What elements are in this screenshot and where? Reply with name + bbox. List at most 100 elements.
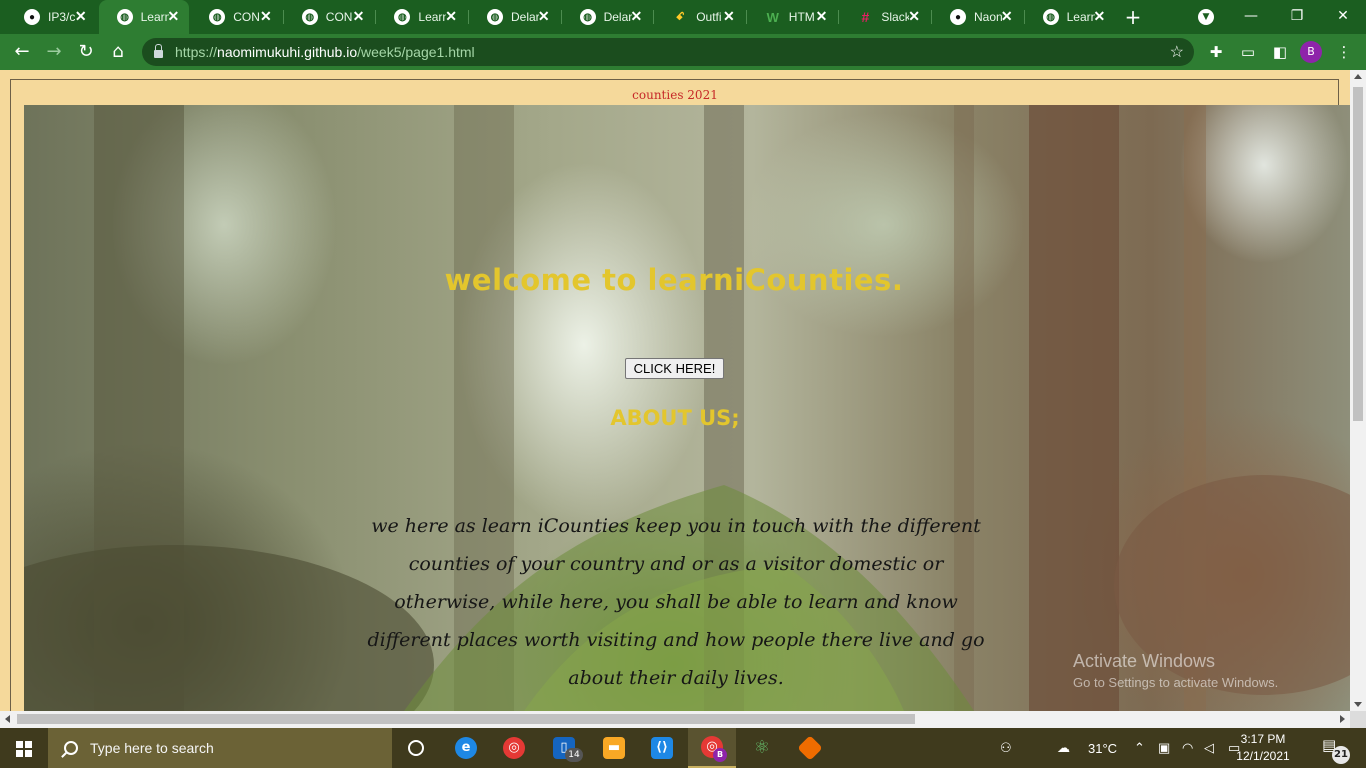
side-panel-icon[interactable]: ◧ — [1270, 42, 1290, 62]
profile-avatar[interactable]: B — [1300, 41, 1322, 63]
browser-tab[interactable]: ꗃ Outfi ✕ — [654, 0, 745, 34]
weather-temperature[interactable]: 31°C — [1088, 728, 1117, 768]
about-line: we here as learn iCounties keep you in t… — [371, 515, 981, 537]
tab-label: Delar — [603, 10, 632, 24]
tab-separator — [745, 10, 747, 24]
vscode-icon[interactable]: ⟨⟩ — [638, 728, 686, 768]
new-tab-button[interactable]: + — [1120, 4, 1146, 30]
git-icon[interactable] — [786, 728, 834, 768]
address-bar[interactable]: https://naomimukuhi.github.io/week5/page… — [142, 38, 1194, 66]
watermark-subtitle: Go to Settings to activate Windows. — [1073, 675, 1279, 690]
tab-close-icon[interactable]: ✕ — [723, 8, 735, 25]
people-icon[interactable]: ⚇ — [1000, 728, 1012, 768]
about-line: different places worth visiting and how … — [367, 629, 985, 651]
click-here-button[interactable]: CLICK HERE! — [625, 358, 724, 379]
outfit-icon: ꗃ — [675, 10, 685, 23]
forward-icon[interactable]: → — [42, 40, 66, 64]
browser-tab[interactable]: ● Naon ✕ — [932, 0, 1023, 34]
scroll-right-icon[interactable] — [1340, 715, 1345, 723]
wifi-icon[interactable]: ◠ — [1182, 728, 1193, 768]
lock-icon — [154, 44, 163, 58]
vertical-scrollbar[interactable] — [1350, 70, 1366, 711]
globe-icon: ◍ — [394, 9, 411, 25]
clock-date: 12/1/2021 — [1236, 749, 1290, 763]
tab-separator — [560, 10, 562, 24]
back-icon[interactable]: ← — [10, 40, 34, 64]
tab-close-icon[interactable]: ✕ — [538, 8, 550, 25]
reload-icon[interactable]: ↻ — [74, 40, 98, 64]
tab-close-icon[interactable]: ✕ — [908, 8, 920, 25]
tab-close-icon[interactable]: ✕ — [445, 8, 457, 25]
url-host: naomimukuhi.github.io — [217, 44, 358, 60]
horizontal-scrollbar[interactable] — [0, 711, 1350, 728]
browser-tab[interactable]: ◍ Learn ✕ — [376, 0, 467, 34]
weather-icon[interactable]: ☁ — [1057, 728, 1070, 768]
tab-close-icon[interactable]: ✕ — [630, 8, 642, 25]
github-icon: ● — [24, 9, 40, 25]
browser-tab[interactable]: ◍ CON ✕ — [284, 0, 375, 34]
tab-close-icon[interactable]: ✕ — [1001, 8, 1013, 25]
home-icon[interactable]: ⌂ — [106, 40, 130, 64]
tab-close-icon[interactable]: ✕ — [167, 8, 179, 25]
page-viewport: counties 2021 welcome to learniCounties.… — [0, 70, 1350, 711]
tab-close-icon[interactable]: ✕ — [75, 8, 87, 25]
scroll-up-icon[interactable] — [1354, 74, 1362, 79]
window-close-icon[interactable]: ✕ — [1320, 0, 1366, 34]
phone-app-badge: 14 — [565, 748, 583, 762]
browser-tab[interactable]: ◍ Learn ✕ — [1025, 0, 1116, 34]
taskbar-search-placeholder: Type here to search — [90, 740, 214, 756]
chrome-profile-badge: B — [713, 748, 727, 762]
hero-section: welcome to learniCounties. CLICK HERE! A… — [24, 105, 1350, 711]
phone-app-icon[interactable]: ▯ — [540, 728, 588, 768]
browser-tab[interactable]: W HTM ✕ — [747, 0, 838, 34]
globe-icon: ◍ — [209, 9, 226, 25]
w3schools-icon: W — [766, 9, 779, 25]
menu-kebab-icon[interactable]: ⋮ — [1334, 42, 1354, 62]
browser-tab[interactable]: ◍ Delar ✕ — [469, 0, 560, 34]
browser-tab[interactable]: ◍ Delar ✕ — [562, 0, 653, 34]
volume-icon[interactable]: ◁ — [1204, 728, 1214, 768]
clock-time: 3:17 PM — [1240, 732, 1286, 746]
horizontal-scroll-thumb[interactable] — [17, 714, 915, 724]
taskbar-search-box[interactable]: Type here to search — [48, 728, 392, 768]
windows-start-icon[interactable] — [0, 728, 48, 768]
minimize-icon[interactable]: — — [1228, 0, 1274, 34]
file-explorer-icon[interactable]: ▬ — [590, 728, 638, 768]
tab-label: Learn — [1066, 10, 1095, 24]
browser-tab[interactable]: ● IP3/c ✕ — [6, 0, 97, 34]
tray-chevron-icon[interactable]: ⌃ — [1134, 728, 1145, 768]
search-icon — [64, 741, 78, 755]
extensions-icon[interactable]: ✚ — [1206, 42, 1226, 62]
atom-icon[interactable]: ⚛ — [738, 728, 786, 768]
chrome-app-icon[interactable]: ◎ — [490, 728, 538, 768]
tab-label: Outfi — [696, 10, 722, 24]
meet-now-icon[interactable]: ▣ — [1158, 728, 1170, 768]
tab-close-icon[interactable]: ✕ — [816, 8, 828, 25]
tab-close-icon[interactable]: ✕ — [260, 8, 272, 25]
scroll-left-icon[interactable] — [5, 715, 10, 723]
scroll-down-icon[interactable] — [1354, 702, 1362, 707]
tab-separator — [282, 10, 284, 24]
url-scheme: https:// — [175, 44, 218, 60]
browser-tab[interactable]: ◍ Learn ✕ — [98, 0, 190, 34]
vertical-scroll-thumb[interactable] — [1353, 87, 1363, 421]
tab-separator — [653, 10, 655, 24]
browser-tab[interactable]: # Slack ✕ — [839, 0, 930, 34]
browser-tab[interactable]: ◍ CON ✕ — [191, 0, 282, 34]
restore-icon[interactable]: ❐ — [1274, 0, 1320, 34]
tab-close-icon[interactable]: ✕ — [353, 8, 365, 25]
globe-icon: ◍ — [487, 9, 503, 25]
cast-icon[interactable]: ▭ — [1238, 42, 1258, 62]
edge-icon[interactable]: e — [442, 728, 490, 768]
task-view-icon[interactable] — [392, 728, 440, 768]
slack-icon: # — [861, 9, 870, 25]
tab-search-icon[interactable]: ▼ — [1198, 9, 1214, 25]
tab-close-icon[interactable]: ✕ — [1093, 8, 1105, 25]
bookmark-star-icon[interactable]: ☆ — [1170, 42, 1184, 62]
globe-icon: ◍ — [1042, 9, 1059, 25]
system-clock[interactable]: 3:17 PM 12/1/2021 — [1218, 731, 1308, 765]
chrome-profile-taskbar-icon[interactable]: ◎ B — [688, 728, 736, 768]
globe-icon: ◍ — [301, 9, 318, 25]
tab-label: Naon — [974, 10, 1002, 24]
url-path: /week5/page1.html — [357, 44, 475, 60]
